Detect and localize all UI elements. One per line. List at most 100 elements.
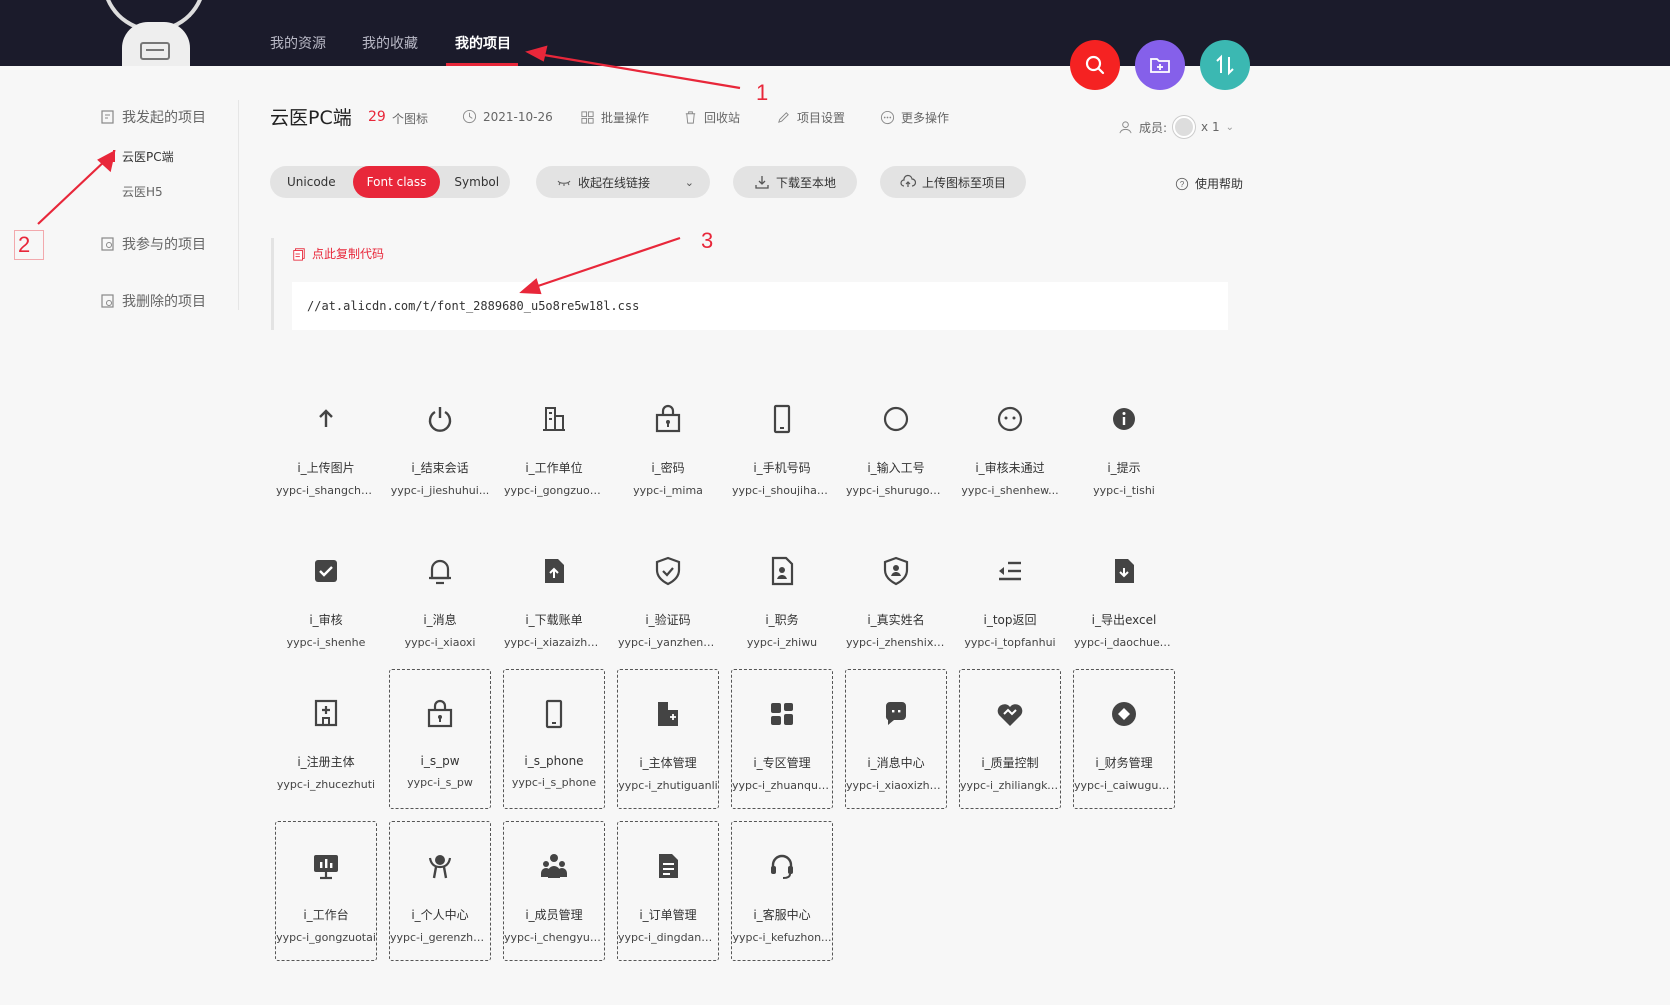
sidebar-participated-projects[interactable]: 我参与的项目 bbox=[100, 234, 206, 254]
icon-card[interactable]: i_订单管理 yypc-i_dingdang... bbox=[617, 821, 719, 961]
icon-card[interactable]: i_消息 yypc-i_xiaoxi bbox=[389, 527, 491, 667]
sidebar-project-h5[interactable]: 云医H5 bbox=[122, 183, 163, 200]
icon-name: i_下载账单 bbox=[525, 613, 583, 627]
eye-closed-icon bbox=[557, 180, 571, 186]
face-icon bbox=[990, 399, 1030, 439]
icon-name: i_主体管理 bbox=[639, 756, 697, 770]
new-project-fab[interactable] bbox=[1135, 40, 1185, 90]
icon-card[interactable]: i_提示 yypc-i_tishi bbox=[1073, 375, 1175, 515]
active-project-marker bbox=[113, 150, 115, 162]
icon-card[interactable]: i_主体管理 yypc-i_zhutiguanli bbox=[617, 669, 719, 809]
icon-card[interactable]: i_下载账单 yypc-i_xiazaizha... bbox=[503, 527, 605, 667]
icon-name: i_注册主体 bbox=[297, 755, 355, 769]
icon-card[interactable]: i_手机号码 yypc-i_shoujihao... bbox=[731, 375, 833, 515]
icon-name: i_质量控制 bbox=[981, 756, 1039, 770]
deleted-doc-icon bbox=[101, 294, 114, 308]
icon-card[interactable]: i_s_phone yypc-i_s_phone bbox=[503, 669, 605, 809]
icon-class-code: yypc-i_shurugon... bbox=[846, 484, 946, 497]
icon-name: i_专区管理 bbox=[753, 756, 811, 770]
icon-card[interactable]: i_审核 yypc-i_shenhe bbox=[275, 527, 377, 667]
icon-card[interactable]: i_注册主体 yypc-i_zhucezhuti bbox=[275, 669, 377, 809]
person-icon bbox=[420, 846, 460, 886]
icon-card[interactable]: i_s_pw yypc-i_s_pw bbox=[389, 669, 491, 809]
help-link[interactable]: ? 使用帮助 bbox=[1175, 175, 1243, 192]
sidebar-project-pc[interactable]: 云医PC端 bbox=[122, 148, 174, 165]
circle-icon bbox=[876, 399, 916, 439]
icon-name: i_审核未通过 bbox=[975, 461, 1045, 475]
indent-icon bbox=[990, 551, 1030, 591]
icon-card[interactable]: i_真实姓名 yypc-i_zhenshixi... bbox=[845, 527, 947, 667]
tab-font-class[interactable]: Font class bbox=[352, 166, 441, 198]
icon-card[interactable]: i_工作单位 yypc-i_gongzuod... bbox=[503, 375, 605, 515]
batch-operation[interactable]: 批量操作 bbox=[580, 109, 649, 126]
document-icon bbox=[648, 846, 688, 886]
icon-card[interactable]: i_财务管理 yypc-i_caiwuguanli bbox=[1073, 669, 1175, 809]
icon-name: i_职务 bbox=[765, 613, 799, 627]
icon-card[interactable]: i_客服中心 yypc-i_kefuzhon... bbox=[731, 821, 833, 961]
icon-card[interactable]: i_质量控制 yypc-i_zhiliangko... bbox=[959, 669, 1061, 809]
recycle-bin[interactable]: 回收站 bbox=[683, 109, 740, 126]
clock-icon bbox=[462, 109, 477, 124]
file-upload-icon bbox=[534, 551, 574, 591]
icon-name: i_订单管理 bbox=[639, 908, 697, 922]
nav-my-projects[interactable]: 我的项目 bbox=[455, 33, 511, 53]
icon-card[interactable]: i_消息中心 yypc-i_xiaoxizho... bbox=[845, 669, 947, 809]
icon-card[interactable]: i_成员管理 yypc-i_chengyua... bbox=[503, 821, 605, 961]
robot-logo[interactable] bbox=[100, 0, 210, 66]
phone-icon bbox=[762, 399, 802, 439]
icon-card[interactable]: i_导出excel yypc-i_daochuex... bbox=[1073, 527, 1175, 667]
collapse-online-link-button[interactable]: 收起在线链接 ⌄ bbox=[536, 166, 710, 198]
icon-card[interactable]: i_个人中心 yypc-i_gerenzho... bbox=[389, 821, 491, 961]
annotation-3: 3 bbox=[701, 228, 714, 253]
building-icon bbox=[534, 399, 574, 439]
icon-class-code: yypc-i_zhutiguanli bbox=[618, 779, 718, 792]
members[interactable]: 成员: x 1 ⌄ bbox=[1118, 116, 1234, 138]
icon-class-code: yypc-i_dingdang... bbox=[618, 931, 718, 944]
icon-name: i_审核 bbox=[309, 613, 343, 627]
icon-name: i_结束会话 bbox=[411, 461, 469, 475]
copy-code-link[interactable]: 点此复制代码 bbox=[292, 245, 384, 262]
icon-card[interactable]: i_输入工号 yypc-i_shurugon... bbox=[845, 375, 947, 515]
icon-name: i_验证码 bbox=[645, 613, 691, 627]
download-icon bbox=[755, 176, 769, 189]
code-url-box[interactable]: //at.alicdn.com/t/font_2889680_u5o8re5w1… bbox=[292, 282, 1228, 330]
nav-my-favorites[interactable]: 我的收藏 bbox=[362, 33, 418, 53]
power-icon bbox=[420, 399, 460, 439]
add-folder-icon bbox=[1150, 58, 1170, 73]
upload-icon-button[interactable]: 上传图标至项目 bbox=[880, 166, 1026, 198]
icon-card[interactable]: i_top返回 yypc-i_topfanhui bbox=[959, 527, 1061, 667]
icon-card[interactable]: i_工作台 yypc-i_gongzuotai bbox=[275, 821, 377, 961]
icon-name: i_s_pw bbox=[420, 754, 460, 768]
icon-card[interactable]: i_专区管理 yypc-i_zhuanqug... bbox=[731, 669, 833, 809]
icon-card[interactable]: i_验证码 yypc-i_yanzheng... bbox=[617, 527, 719, 667]
sidebar-initiated-projects[interactable]: 我发起的项目 bbox=[100, 107, 206, 127]
more-operations[interactable]: 更多操作 bbox=[880, 109, 949, 126]
icon-card[interactable]: i_结束会话 yypc-i_jieshuhui... bbox=[389, 375, 491, 515]
icon-class-code: yypc-i_gongzuod... bbox=[504, 484, 604, 497]
nav-my-resources[interactable]: 我的资源 bbox=[270, 33, 326, 53]
icon-name: i_工作台 bbox=[303, 908, 349, 922]
icon-class-code: yypc-i_kefuzhon... bbox=[732, 931, 832, 944]
download-local-button[interactable]: 下载至本地 bbox=[733, 166, 857, 198]
nav-active-underline bbox=[446, 63, 518, 66]
sidebar-deleted-projects[interactable]: 我删除的项目 bbox=[100, 291, 206, 311]
members-count: x 1 bbox=[1201, 120, 1220, 134]
search-fab[interactable] bbox=[1070, 40, 1120, 90]
sidebar-deleted-label: 我删除的项目 bbox=[122, 294, 206, 310]
info-icon bbox=[1104, 399, 1144, 439]
icon-card[interactable]: i_密码 yypc-i_mima bbox=[617, 375, 719, 515]
sort-fab[interactable] bbox=[1200, 40, 1250, 90]
icon-card[interactable]: i_审核未通过 yypc-i_shenhew... bbox=[959, 375, 1061, 515]
tab-symbol[interactable]: Symbol bbox=[440, 166, 513, 198]
headset-icon bbox=[762, 846, 802, 886]
project-settings[interactable]: 项目设置 bbox=[776, 109, 845, 126]
icon-name: i_消息 bbox=[423, 613, 457, 627]
icon-class-code: yypc-i_jieshuhui... bbox=[390, 484, 490, 497]
icon-name: i_s_phone bbox=[524, 754, 584, 768]
edit-doc-icon bbox=[101, 110, 114, 124]
icon-card[interactable]: i_上传图片 yypc-i_shangchu... bbox=[275, 375, 377, 515]
grid-icon bbox=[581, 111, 594, 124]
tab-unicode[interactable]: Unicode bbox=[270, 166, 353, 198]
icon-count: 29 bbox=[368, 109, 386, 125]
icon-card[interactable]: i_职务 yypc-i_zhiwu bbox=[731, 527, 833, 667]
